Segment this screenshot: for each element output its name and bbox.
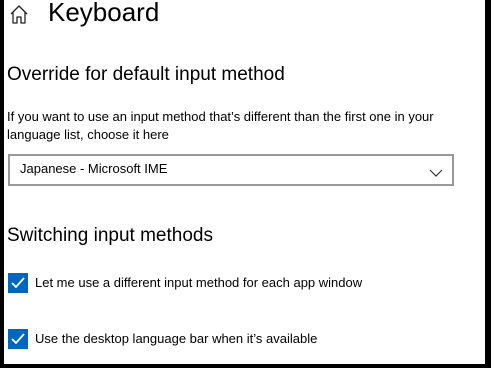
checkmark-icon (11, 277, 25, 289)
input-method-dropdown[interactable]: Japanese - Microsoft IME (8, 154, 454, 186)
language-bar-checkbox[interactable] (8, 329, 28, 349)
per-app-input-label[interactable]: Let me use a different input method for … (35, 274, 362, 292)
per-app-input-checkbox[interactable] (8, 273, 28, 293)
dropdown-selected-value: Japanese - Microsoft IME (20, 161, 168, 176)
home-icon[interactable] (8, 3, 30, 25)
switching-heading: Switching input methods (7, 225, 213, 246)
page-title: Keyboard (48, 0, 160, 27)
override-heading: Override for default input method (7, 64, 285, 85)
chevron-down-icon (429, 165, 443, 177)
language-bar-label[interactable]: Use the desktop language bar when it’s a… (35, 330, 317, 348)
override-description: If you want to use an input method that’… (7, 109, 434, 142)
settings-window: Keyboard Override for default input meth… (4, 0, 485, 364)
checkmark-icon (11, 333, 25, 345)
